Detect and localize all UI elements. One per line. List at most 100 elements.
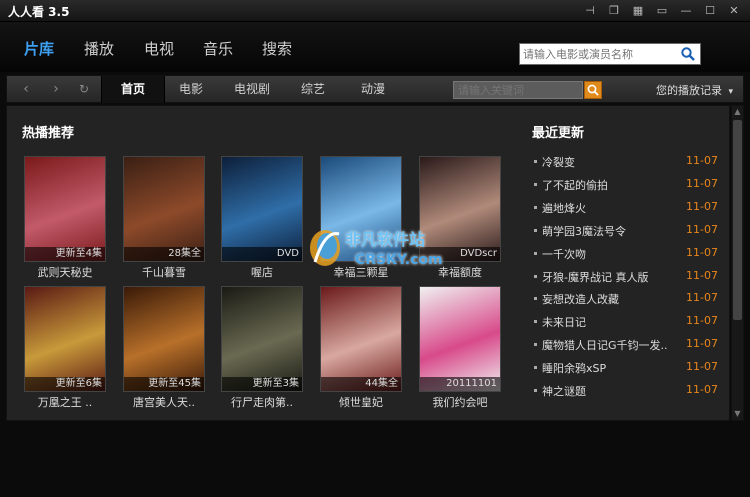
subtab-home[interactable]: 首页: [101, 76, 165, 103]
poster-image: [222, 287, 302, 391]
latest-item-name[interactable]: 魔物猎人日记G千钧一发..: [542, 337, 668, 353]
poster-title[interactable]: 我们约会吧: [410, 394, 510, 410]
poster-title[interactable]: 万凰之王 ..: [15, 394, 115, 410]
latest-item-date: 11-07: [686, 245, 718, 259]
latest-list-item[interactable]: 一千次吻 11-07: [534, 246, 724, 262]
latest-list-item[interactable]: 睡阳余鸦xSP 11-07: [534, 360, 724, 376]
movie-search-input[interactable]: [523, 46, 681, 62]
keyword-search-button[interactable]: [584, 81, 602, 99]
window-controls: ⊣ ❐ ▦ ▭ — ☐ ✕: [580, 2, 744, 19]
bullet-icon: [534, 182, 537, 186]
poster-card[interactable]: 44集全: [320, 286, 402, 392]
keyword-input[interactable]: [458, 83, 578, 98]
poster-status: 44集全: [321, 377, 401, 391]
scroll-down-icon[interactable]: ▼: [732, 408, 743, 420]
latest-list-item[interactable]: 萌学园3魔法号令 11-07: [534, 223, 724, 239]
watermark-logo: 非凡软件站 CRSKY.com: [305, 222, 445, 278]
latest-item-name[interactable]: 妄想改造人改藏: [542, 291, 619, 307]
latest-list-item[interactable]: 牙狼-魔界战记 真人版 11-07: [534, 269, 724, 285]
watermark-title: 非凡软件站: [345, 230, 426, 249]
latest-list-item[interactable]: 魔物猎人日记G千钧一发.. 11-07: [534, 337, 724, 353]
back-arrow-icon[interactable]: ‹: [19, 81, 33, 97]
refresh-icon[interactable]: ↻: [77, 81, 91, 97]
latest-item-date: 11-07: [686, 268, 718, 282]
poster-card[interactable]: 更新至3集: [221, 286, 303, 392]
poster-status: 更新至3集: [222, 377, 302, 391]
restore-icon[interactable]: ❐: [604, 2, 624, 19]
latest-list-item[interactable]: 遍地烽火 11-07: [534, 200, 724, 216]
latest-list-item[interactable]: 冷裂变 11-07: [534, 154, 724, 170]
minimize-icon[interactable]: —: [676, 2, 696, 19]
pin-icon[interactable]: ⊣: [580, 2, 600, 19]
scroll-up-icon[interactable]: ▲: [732, 106, 743, 118]
poster-title[interactable]: 武则天秘史: [15, 264, 115, 280]
subtab-variety[interactable]: 综艺: [287, 76, 339, 103]
poster-card[interactable]: 更新至45集: [123, 286, 205, 392]
subtab-series[interactable]: 电视剧: [220, 76, 284, 103]
mini-mode-icon[interactable]: ▭: [652, 2, 672, 19]
bullet-icon: [534, 228, 537, 232]
poster-card[interactable]: 更新至4集: [24, 156, 106, 262]
search-icon[interactable]: [680, 46, 696, 62]
latest-item-date: 11-07: [686, 291, 718, 305]
keyword-search-box: [453, 81, 583, 99]
poster-card[interactable]: 更新至6集: [24, 286, 106, 392]
scrollbar[interactable]: ▲ ▼: [731, 105, 744, 421]
scroll-thumb[interactable]: [733, 120, 742, 320]
latest-item-name[interactable]: 了不起的偷拍: [542, 177, 608, 193]
bullet-icon: [534, 389, 537, 392]
latest-item-name[interactable]: 未来日记: [542, 314, 586, 330]
latest-item-name[interactable]: 神之谜题: [542, 383, 586, 399]
close-icon[interactable]: ✕: [724, 2, 744, 19]
poster-title[interactable]: 喔店: [212, 264, 312, 280]
latest-item-name[interactable]: 冷裂变: [542, 154, 575, 170]
bullet-icon: [534, 274, 537, 278]
tab-tv[interactable]: 电视: [144, 38, 174, 59]
latest-list-item[interactable]: 神之谜题 11-07: [534, 383, 724, 399]
bullet-icon: [534, 205, 537, 209]
hot-section-title: 热播推荐: [22, 126, 75, 141]
latest-item-name[interactable]: 牙狼-魔界战记 真人版: [542, 269, 648, 285]
play-history-dropdown[interactable]: 您的播放记录 ▾: [656, 82, 733, 98]
latest-list-item[interactable]: 妄想改造人改藏 11-07: [534, 291, 724, 307]
maximize-icon[interactable]: ☐: [700, 2, 720, 19]
tab-search[interactable]: 搜索: [262, 38, 292, 59]
latest-list-item[interactable]: 了不起的偷拍 11-07: [534, 177, 724, 193]
tab-play[interactable]: 播放: [84, 38, 114, 59]
poster-status: 更新至4集: [25, 247, 105, 261]
latest-item-name[interactable]: 萌学园3魔法号令: [542, 223, 626, 239]
poster-title[interactable]: 行尸走肉第..: [212, 394, 312, 410]
tab-music[interactable]: 音乐: [203, 38, 233, 59]
bullet-icon: [534, 251, 537, 255]
poster-image: [124, 287, 204, 391]
tab-library[interactable]: 片库: [24, 38, 54, 59]
subtab-movie[interactable]: 电影: [165, 76, 217, 103]
poster-title[interactable]: 千山暮雪: [114, 264, 214, 280]
movie-search-box: [519, 43, 701, 65]
bottom-area: [0, 422, 750, 497]
poster-title[interactable]: 倾世皇妃: [311, 394, 411, 410]
latest-item-date: 11-07: [686, 314, 718, 328]
latest-item-name[interactable]: 遍地烽火: [542, 200, 586, 216]
poster-image: [321, 287, 401, 391]
poster-title[interactable]: 唐宫美人天..: [114, 394, 214, 410]
forward-arrow-icon[interactable]: ›: [49, 81, 63, 97]
latest-list-item[interactable]: 未来日记 11-07: [534, 314, 724, 330]
poster-status: 更新至45集: [124, 377, 204, 391]
poster-image: [420, 287, 500, 391]
latest-item-date: 11-07: [686, 383, 718, 396]
bullet-icon: [534, 160, 537, 163]
bullet-icon: [534, 343, 537, 347]
skin-icon[interactable]: ▦: [628, 2, 648, 19]
latest-item-date: 11-07: [686, 337, 718, 351]
app-title: 人人看 3.5: [8, 5, 70, 19]
subtab-anime[interactable]: 动漫: [347, 76, 399, 103]
poster-card[interactable]: 20111101: [419, 286, 501, 392]
poster-card[interactable]: DVD: [221, 156, 303, 262]
poster-card[interactable]: 28集全: [123, 156, 205, 262]
poster-image: [222, 157, 302, 261]
latest-item-name[interactable]: 睡阳余鸦xSP: [542, 360, 606, 376]
latest-item-name[interactable]: 一千次吻: [542, 246, 586, 262]
latest-section-title: 最近更新: [532, 126, 585, 141]
play-history-label: 您的播放记录: [655, 84, 722, 97]
